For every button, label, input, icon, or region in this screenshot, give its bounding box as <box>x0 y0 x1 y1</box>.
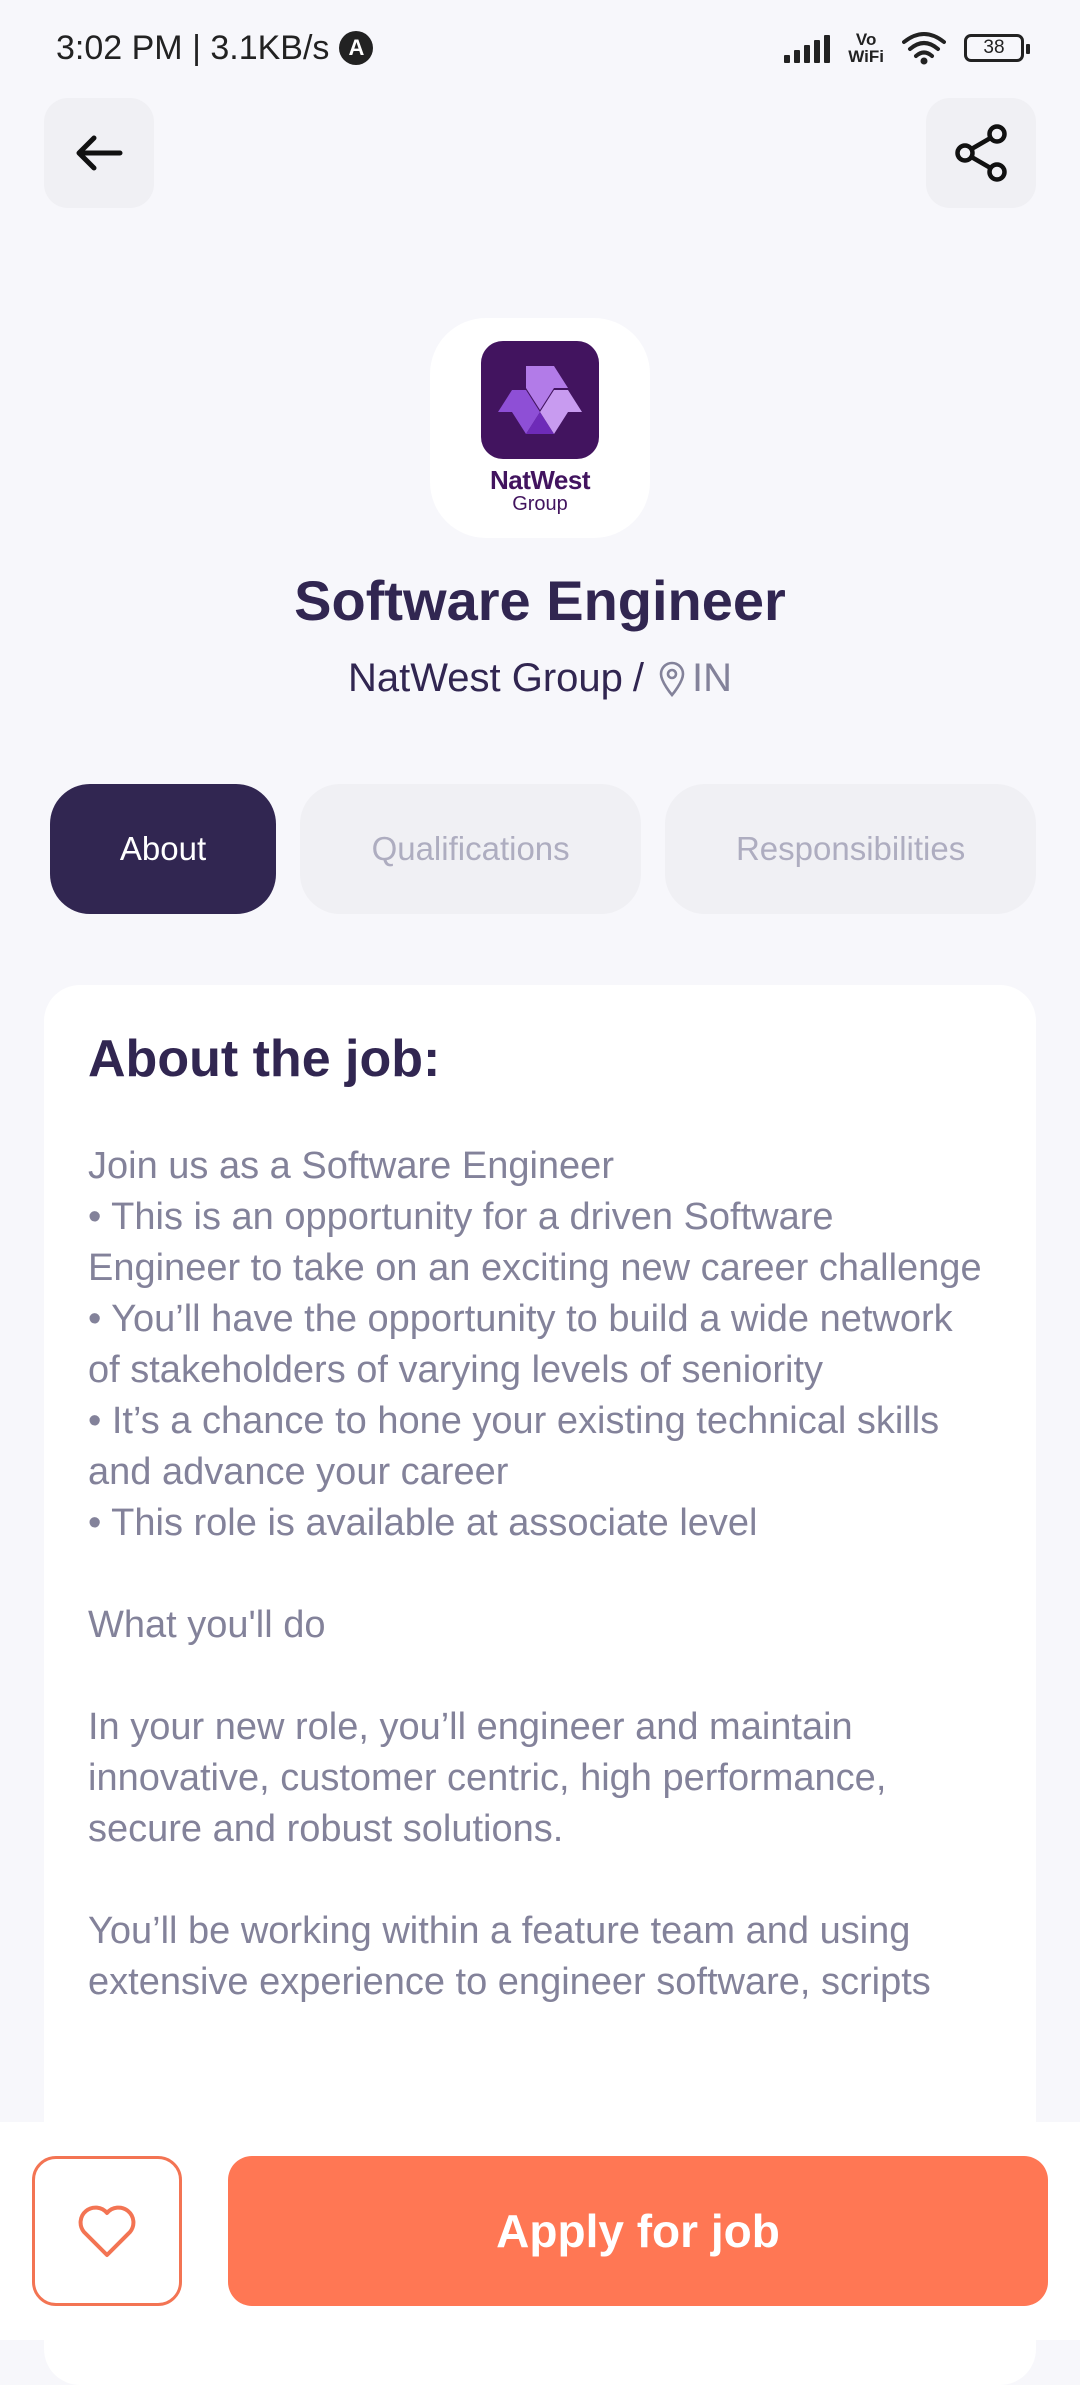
tab-bar: About Qualifications Responsibilities <box>50 784 1037 914</box>
natwest-logo-icon <box>481 341 599 459</box>
job-meta: NatWest Group / IN <box>0 656 1080 701</box>
tab-responsibilities[interactable]: Responsibilities <box>665 784 1037 914</box>
back-button[interactable] <box>44 98 154 208</box>
logo-name: NatWest <box>489 465 591 495</box>
cube-logo-icon <box>498 366 582 434</box>
bottom-action-bar: Apply for job <box>0 2122 1080 2340</box>
status-right: Vo WiFi 38 <box>784 31 1030 65</box>
signal-icon <box>784 33 831 63</box>
tab-about[interactable]: About <box>50 784 277 914</box>
company-logo: NatWest Group <box>430 318 650 538</box>
arrow-left-icon <box>76 135 123 171</box>
heart-outline-icon <box>78 2205 136 2257</box>
battery-icon: 38 <box>964 34 1030 62</box>
tab-qualifications[interactable]: Qualifications <box>300 784 642 914</box>
share-icon <box>955 124 1007 182</box>
apply-button[interactable]: Apply for job <box>228 2156 1048 2306</box>
meta-separator: / <box>632 656 645 700</box>
wifi-icon <box>902 32 946 65</box>
status-bar: 3:02 PM | 3.1KB/s A Vo WiFi 38 <box>0 0 1080 96</box>
job-location: IN <box>692 656 733 700</box>
status-time: 3:02 PM | 3.1KB/s <box>56 28 330 67</box>
vowifi-icon: Vo WiFi <box>848 31 884 65</box>
share-button[interactable] <box>926 98 1036 208</box>
logo-subtitle: Group <box>512 493 568 515</box>
about-text: Join us as a Software Engineer • This is… <box>88 1145 982 2003</box>
status-left: 3:02 PM | 3.1KB/s A <box>56 28 374 68</box>
about-heading: About the job: <box>88 1030 441 1088</box>
vowifi-bottom: WiFi <box>848 47 884 66</box>
app-notification-icon: A <box>339 31 374 65</box>
job-title: Software Engineer <box>294 569 786 632</box>
location-pin-icon <box>659 661 685 697</box>
like-button[interactable] <box>32 2156 182 2306</box>
battery-level: 38 <box>983 37 1005 58</box>
vowifi-top: Vo <box>855 30 877 49</box>
company-name: NatWest Group <box>347 656 623 700</box>
